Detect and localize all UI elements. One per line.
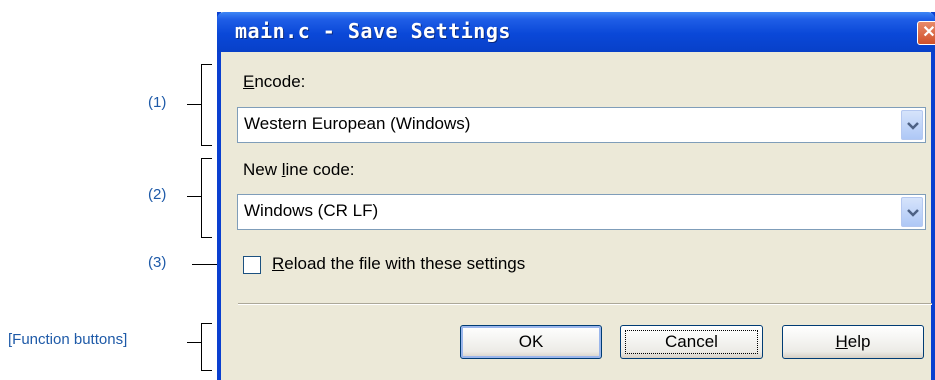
reload-label-mnemonic: R: [272, 254, 285, 273]
cancel-button[interactable]: Cancel: [620, 325, 763, 359]
annotation-1-bracket: [201, 64, 212, 146]
newline-select[interactable]: Windows (CR LF): [237, 194, 926, 230]
newline-label-rest: ine code:: [285, 160, 355, 179]
newline-label-pre: New: [243, 160, 282, 179]
separator: [238, 303, 932, 305]
encode-label-rest: ncode:: [254, 72, 306, 91]
annotation-1-leader: [187, 104, 201, 105]
annotation-3: (3): [148, 254, 167, 271]
newline-label: New line code:: [243, 160, 355, 180]
annotation-function-buttons-leader: [187, 342, 201, 343]
annotation-1: (1): [148, 94, 167, 111]
annotation-function-buttons-bracket: [201, 323, 212, 371]
chevron-down-icon: [907, 209, 919, 217]
annotation-2: (2): [148, 186, 167, 203]
encode-select-value: Western European (Windows): [244, 114, 471, 133]
reload-label[interactable]: Reload the file with these settings: [272, 254, 525, 274]
reload-label-rest: eload the file with these settings: [284, 254, 526, 273]
annotation-2-leader: [187, 196, 201, 197]
encode-select[interactable]: Western European (Windows): [237, 107, 926, 143]
encode-label: Encode:: [243, 72, 305, 92]
help-button-mnemonic: H: [835, 332, 848, 351]
close-icon: ✕: [922, 24, 935, 41]
help-button[interactable]: Help: [782, 325, 924, 359]
window-title: main.c - Save Settings: [235, 19, 511, 43]
reload-checkbox[interactable]: [243, 256, 261, 274]
help-button-rest: elp: [847, 332, 871, 351]
newline-dropdown-button[interactable]: [901, 197, 923, 227]
encode-dropdown-button[interactable]: [901, 110, 923, 140]
annotation-function-buttons: [Function buttons]: [8, 331, 128, 348]
close-button[interactable]: ✕: [917, 21, 935, 45]
chevron-down-icon: [907, 122, 919, 130]
annotation-2-bracket: [201, 158, 212, 238]
title-bar[interactable]: main.c - Save Settings ✕: [217, 12, 935, 52]
newline-select-value: Windows (CR LF): [244, 201, 379, 220]
ok-button[interactable]: OK: [460, 325, 602, 359]
encode-label-mnemonic: E: [243, 72, 255, 91]
